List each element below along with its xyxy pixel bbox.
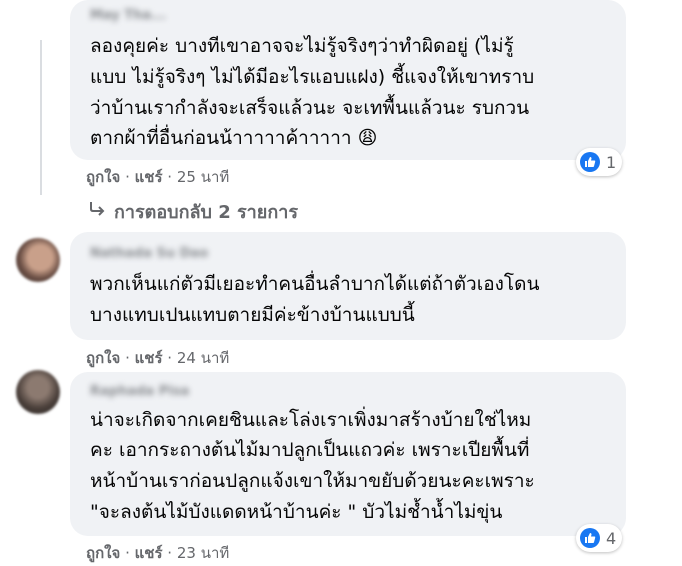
like-icon	[580, 528, 600, 548]
reaction-summary[interactable]: 4	[576, 524, 623, 552]
comment-actions: ถูกใจ · แชร์ · 23 นาที	[86, 541, 229, 565]
comment-line: ตากผ้าที่อื่นก่อนน้าาาาาค้าาาาา 😩	[90, 127, 378, 149]
comment-line: น่าจะเกิดจากเคยชินและโล่งเราเพิ่งมาสร้าง…	[90, 409, 532, 431]
comment-line: หน้าบ้านเราก่อนปลูกแจ้งเขาให้มาขยับด้วยน…	[90, 470, 535, 492]
separator: ·	[167, 349, 177, 367]
reply-arrow-icon	[88, 201, 106, 222]
author-name[interactable]: May Tha...	[90, 9, 220, 22]
replies-label: การตอบกลับ 2 รายการ	[114, 202, 299, 223]
share-link[interactable]: แชร์	[135, 349, 163, 367]
reaction-summary[interactable]: 1	[576, 148, 623, 176]
comment-line: ว่าบ้านเรากำลังจะเสร็จแล้วนะ จะเทพื้นแล้…	[90, 97, 530, 119]
timestamp[interactable]: 24 นาที	[177, 349, 229, 367]
comment-line: บางแทบเปนแทบตายมีค่ะข้างบ้านแบบนี้	[90, 304, 415, 326]
separator: ·	[125, 168, 135, 186]
comment-line: พวกเห็นแก่ตัวมีเยอะทำคนอื่นลำบากได้แต่ถ้…	[90, 273, 540, 295]
like-link[interactable]: ถูกใจ	[86, 544, 120, 562]
avatar[interactable]	[16, 238, 60, 282]
thread-line	[40, 40, 42, 195]
like-link[interactable]: ถูกใจ	[86, 168, 120, 186]
share-link[interactable]: แชร์	[135, 168, 163, 186]
separator: ·	[125, 544, 135, 562]
comment-line: แบบ ไม่รู้จริงๆ ไม่ได้มีอะไรแอบแฝง) ชี้แ…	[90, 66, 535, 88]
timestamp[interactable]: 25 นาที	[177, 168, 229, 186]
like-link[interactable]: ถูกใจ	[86, 349, 120, 367]
author-name[interactable]: Raphada Pisa	[90, 385, 220, 398]
comment-line: "จะลงต้นไม้บังแดดหน้าบ้านค่ะ " บัวไม่ช้ำ…	[90, 501, 503, 523]
separator: ·	[167, 544, 177, 562]
separator: ·	[167, 168, 177, 186]
view-replies-link[interactable]: การตอบกลับ 2 รายการ	[88, 197, 298, 226]
comment-bubble: May Tha... ลองคุยค่ะ บางทีเขาอาจจะไม่รู้…	[70, 0, 626, 160]
comment-actions: ถูกใจ · แชร์ · 25 นาที	[86, 165, 229, 189]
timestamp[interactable]: 23 นาที	[177, 544, 229, 562]
avatar[interactable]	[16, 370, 60, 414]
like-icon	[580, 152, 600, 172]
comment-actions: ถูกใจ · แชร์ · 24 นาที	[86, 346, 229, 370]
comment-line: ลองคุยค่ะ บางทีเขาอาจจะไม่รู้จริงๆว่าทำผ…	[90, 35, 514, 57]
comment-bubble: Raphada Pisa น่าจะเกิดจากเคยชินและโล่งเร…	[70, 372, 626, 536]
comment-bubble: Nathada Su Dao พวกเห็นแก่ตัวมีเยอะทำคนอื…	[70, 232, 626, 340]
reaction-count: 4	[606, 528, 617, 548]
author-name[interactable]: Nathada Su Dao	[90, 247, 240, 260]
reaction-count: 1	[606, 152, 617, 172]
comment-line: คะ เอากระถางต้นไม้มาปลูกเป็นแถวค่ะ เพราะ…	[90, 439, 530, 461]
separator: ·	[125, 349, 135, 367]
share-link[interactable]: แชร์	[135, 544, 163, 562]
